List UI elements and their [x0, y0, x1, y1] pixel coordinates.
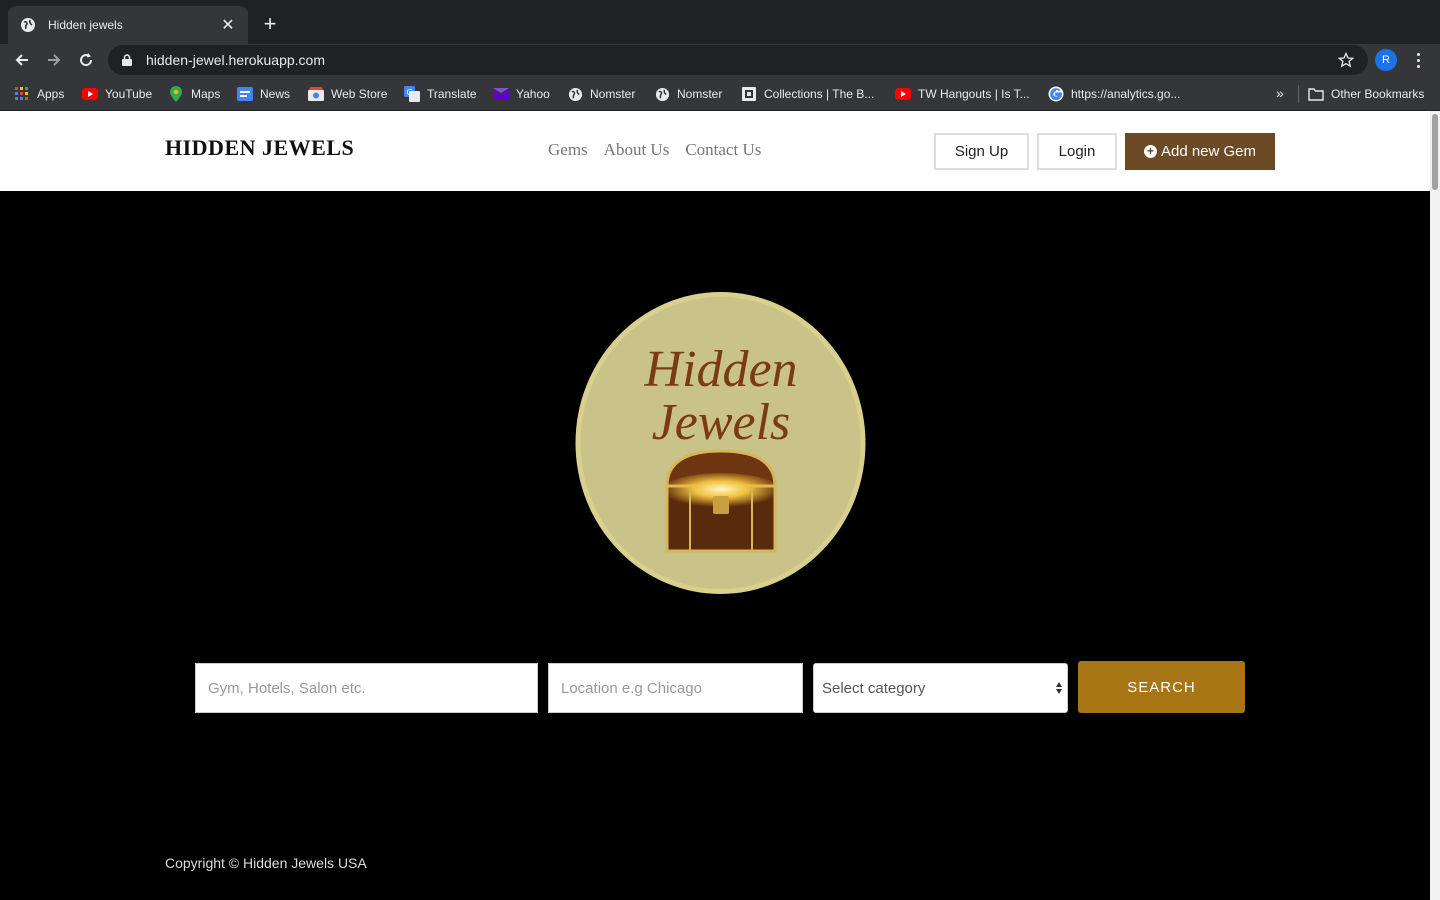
url-text[interactable]: hidden-jewel.herokuapp.com	[146, 52, 1368, 68]
folder-icon	[1308, 86, 1324, 102]
search-button[interactable]: SEARCH	[1078, 661, 1245, 713]
maps-pin-icon	[168, 86, 184, 102]
bookmark-web-store[interactable]: Web Store	[308, 84, 387, 104]
login-button[interactable]: Login	[1037, 133, 1117, 170]
scrollbar-thumb[interactable]	[1432, 114, 1438, 190]
yahoo-icon	[493, 86, 509, 102]
apps-grid-icon	[14, 86, 30, 102]
bookmark-tw-hangouts[interactable]: TW Hangouts | Is T...	[895, 84, 1030, 104]
google-icon	[1048, 86, 1064, 102]
plus-circle-icon: +	[1143, 145, 1157, 158]
reload-icon[interactable]	[74, 48, 98, 72]
youtube-icon	[895, 86, 911, 102]
add-new-gem-button[interactable]: + Add new Gem	[1125, 133, 1275, 170]
tab-title: Hidden jewels	[48, 18, 123, 32]
bookmark-analytics[interactable]: https://analytics.go...	[1048, 84, 1180, 104]
add-new-gem-label: Add new Gem	[1160, 143, 1257, 160]
category-select-value: Select category	[822, 679, 926, 697]
site-header: HIDDEN JEWELS Gems About Us Contact Us S…	[0, 111, 1440, 191]
location-input[interactable]	[548, 663, 803, 713]
back-icon[interactable]	[10, 48, 34, 72]
profile-avatar[interactable]: R	[1375, 49, 1397, 71]
search-bar: Select category SEARCH	[195, 661, 1245, 715]
bookmark-maps[interactable]: Maps	[168, 84, 220, 104]
news-icon	[237, 86, 253, 102]
bookmark-youtube[interactable]: YouTube	[82, 84, 152, 104]
nav-gems[interactable]: Gems	[548, 140, 588, 160]
address-bar[interactable]: hidden-jewel.herokuapp.com	[108, 45, 1368, 75]
page-scrollbar[interactable]	[1430, 111, 1440, 900]
translate-icon: G	[404, 86, 420, 102]
close-icon[interactable]: ✕	[220, 17, 236, 34]
bookmark-yahoo[interactable]: Yahoo	[493, 84, 550, 104]
hero-section: Hidden Jewels Select category SEARCH Cop…	[0, 191, 1430, 900]
bookmarks-bar: Apps YouTube Maps News Web Store G Trans…	[0, 76, 1440, 111]
main-nav: Gems About Us Contact Us	[548, 140, 761, 160]
bookmark-nomster-1[interactable]: Nomster	[567, 84, 635, 104]
select-arrows-icon	[1056, 682, 1062, 694]
browser-tab[interactable]: Hidden jewels ✕	[8, 6, 248, 44]
bookmark-collections[interactable]: Collections | The B...	[741, 84, 874, 104]
other-bookmarks[interactable]: Other Bookmarks	[1308, 84, 1424, 104]
search-input[interactable]	[195, 663, 538, 713]
copyright-text: Copyright © Hidden Jewels USA	[165, 855, 367, 871]
browser-toolbar: hidden-jewel.herokuapp.com R	[0, 44, 1440, 76]
nav-about-us[interactable]: About Us	[604, 140, 670, 160]
collections-icon	[741, 86, 757, 102]
browser-tabstrip: Hidden jewels ✕ +	[0, 0, 1440, 44]
bookmarks-divider	[1298, 85, 1299, 103]
treasure-chest-icon	[661, 449, 781, 553]
category-select[interactable]: Select category	[813, 663, 1068, 713]
web-store-icon	[308, 86, 324, 102]
bookmark-star-icon[interactable]	[1338, 52, 1354, 68]
lock-icon	[120, 53, 134, 67]
logo-line-2: Jewels	[652, 394, 791, 451]
globe-icon	[20, 17, 36, 33]
youtube-icon	[82, 86, 98, 102]
bookmarks-overflow-icon[interactable]: »	[1276, 85, 1284, 101]
bookmark-apps[interactable]: Apps	[14, 84, 64, 104]
logo-line-1: Hidden	[643, 341, 797, 398]
globe-icon	[567, 86, 583, 102]
sign-up-button[interactable]: Sign Up	[934, 133, 1029, 170]
svg-text:G: G	[407, 88, 413, 97]
globe-icon	[654, 86, 670, 102]
bookmark-translate[interactable]: G Translate	[404, 84, 477, 104]
nav-contact-us[interactable]: Contact Us	[685, 140, 761, 160]
forward-icon[interactable]	[42, 48, 66, 72]
new-tab-button[interactable]: +	[258, 13, 282, 37]
hidden-jewels-logo: Hidden Jewels	[575, 292, 866, 594]
bookmark-news[interactable]: News	[237, 84, 290, 104]
bookmark-nomster-2[interactable]: Nomster	[654, 84, 722, 104]
brand-logo-text[interactable]: HIDDEN JEWELS	[165, 135, 354, 161]
browser-menu-icon[interactable]	[1410, 49, 1426, 71]
